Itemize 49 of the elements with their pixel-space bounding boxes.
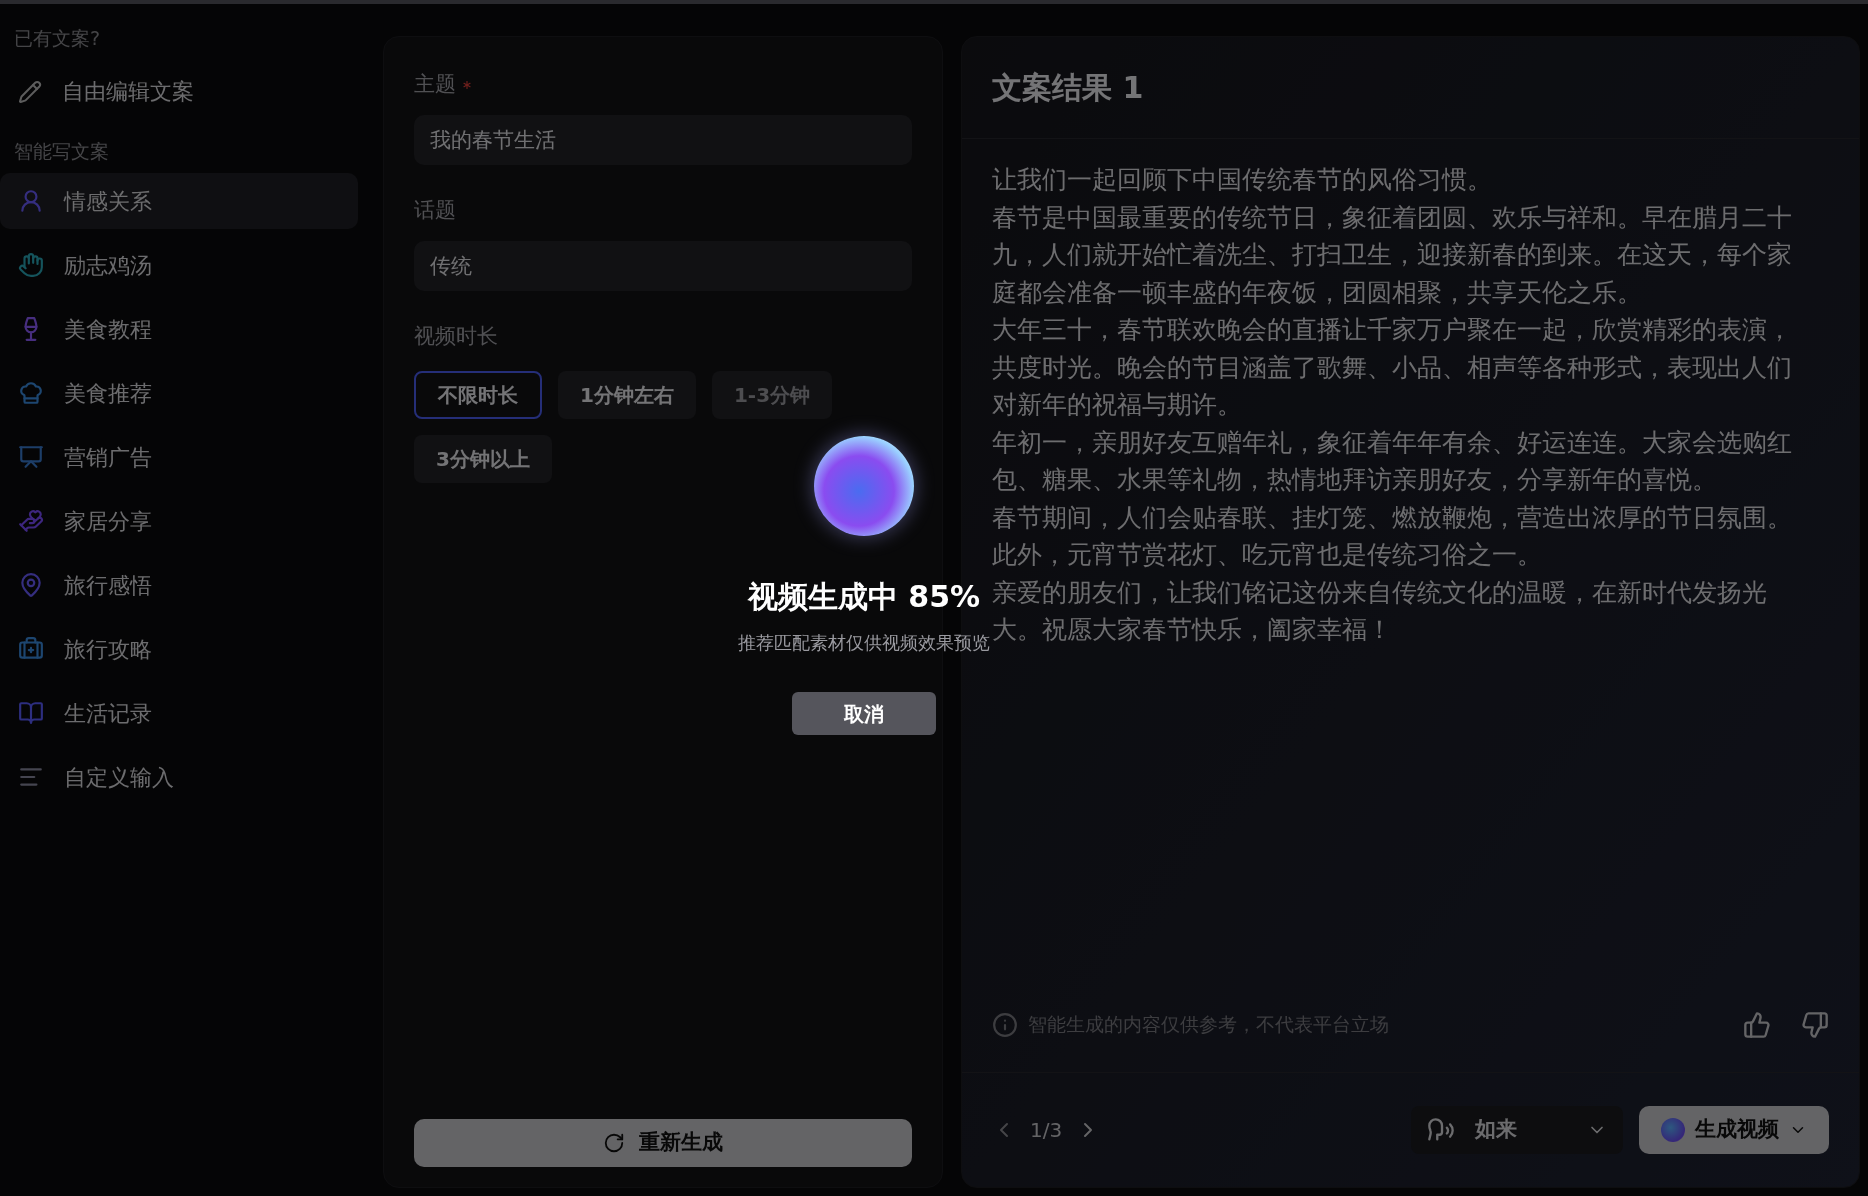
thumbs-down-icon[interactable] bbox=[1801, 1010, 1829, 1039]
generate-video-button[interactable]: 生成视频 bbox=[1639, 1106, 1829, 1154]
presentation-icon bbox=[18, 444, 44, 470]
field-label: 视频时长 bbox=[414, 323, 499, 351]
progress-title: 视频生成中 85% bbox=[747, 578, 981, 616]
result-title: 文案结果 1 bbox=[962, 37, 1859, 139]
sidebar-item[interactable]: 旅行感悟 bbox=[0, 557, 358, 613]
voice-select[interactable]: 如来 bbox=[1411, 1106, 1623, 1154]
progress-subtitle: 推荐匹配素材仅供视频效果预览 bbox=[738, 631, 990, 655]
text-field[interactable]: 传统 bbox=[414, 241, 912, 291]
pencil-icon bbox=[18, 79, 42, 104]
sidebar-item[interactable]: 家居分享 bbox=[0, 493, 358, 549]
sidebar-item[interactable]: 营销广告 bbox=[0, 429, 358, 485]
field-label: 主题 bbox=[414, 71, 456, 99]
result-paragraph: 春节期间，人们会贴春联、挂灯笼、燃放鞭炮，营造出浓厚的节日氛围。此外，元宵节赏花灯、吃元宵也是传统习俗之一。 bbox=[992, 501, 1793, 571]
thumbs-up-icon[interactable] bbox=[1743, 1010, 1771, 1039]
section-heading: 智能写文案 bbox=[13, 138, 110, 164]
text-field[interactable]: 我的春节生活 bbox=[414, 115, 912, 165]
section-heading: 已有文案? bbox=[13, 26, 102, 51]
orb-icon bbox=[1661, 1118, 1685, 1142]
sidebar-item[interactable]: 旅行攻略 bbox=[0, 621, 358, 677]
hand-icon bbox=[18, 508, 44, 534]
result-paragraph: 让我们一起回顾下中国传统春节的风俗习惯。 bbox=[992, 164, 1493, 196]
briefcase-icon bbox=[18, 636, 44, 662]
field-label: 话题 bbox=[414, 197, 456, 225]
sidebar-item[interactable]: 美食推荐 bbox=[0, 365, 358, 421]
sidebar-item[interactable]: 生活记录 bbox=[0, 685, 358, 741]
raised-hand-icon bbox=[18, 252, 44, 278]
info-icon bbox=[992, 1011, 1018, 1038]
duration-option[interactable]: 3分钟以上 bbox=[414, 435, 552, 483]
map-pin-icon bbox=[18, 572, 44, 598]
book-icon bbox=[18, 700, 44, 726]
sidebar-item[interactable]: 情感关系 bbox=[0, 173, 358, 229]
sidebar-item[interactable]: 自定义输入 bbox=[0, 749, 358, 805]
result-paragraph: 春节是中国最重要的传统节日，象征着团圆、欢乐与祥和。早在腊月二十九，人们就开始忙着洗尘、打扫卫生，迎接新春的到来。在这天，每个家庭都会准备一顿丰盛的年夜饭，团圆相聚，共享天伦之乐。 bbox=[992, 201, 1793, 309]
result-paragraph: 大年三十，春节联欢晚会的直播让千家万户聚在一起，欣赏精彩的表演，共度时光。晚会的节目涵盖了歌舞、小品、相声等各种形式，表现出人们对新年的祝福与期许。 bbox=[992, 314, 1793, 421]
result-paragraph: 亲爱的朋友们，让我们铭记这份来自传统文化的温暖，在新时代发扬光大。祝愿大家春节快乐，阖家幸福！ bbox=[992, 576, 1768, 646]
duration-option[interactable]: 1分钟左右 bbox=[558, 371, 696, 419]
chef-hat-icon bbox=[18, 380, 44, 406]
sidebar-item[interactable]: 励志鸡汤 bbox=[0, 237, 358, 293]
result-paragraph: 年初一，亲朋好友互赠年礼，象征着年年有余、好运连连。大家会选购红包、糖果、水果等礼物，热情地拜访亲朋好友，分享新年的喜悦。 bbox=[992, 426, 1793, 496]
sidebar-item[interactable]: 自由编辑文案 bbox=[0, 62, 365, 121]
sidebar-item[interactable]: 美食教程 bbox=[0, 301, 358, 357]
refresh-icon bbox=[603, 1132, 625, 1154]
page-indicator: 1/3 bbox=[1030, 1117, 1063, 1144]
duration-option[interactable]: 不限时长 bbox=[414, 371, 542, 419]
person-icon bbox=[18, 188, 44, 214]
regenerate-button[interactable]: 重新生成 bbox=[414, 1119, 912, 1167]
cancel-button[interactable]: 取消 bbox=[792, 692, 936, 735]
